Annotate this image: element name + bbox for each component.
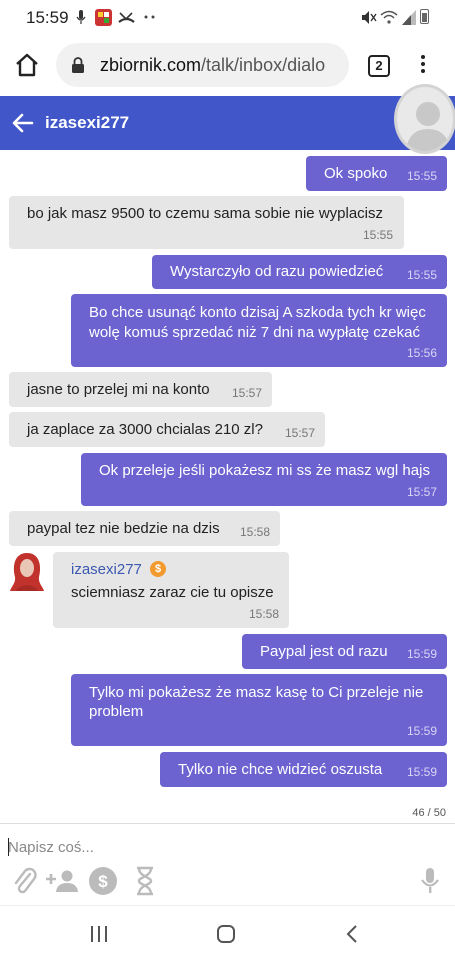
message-outgoing: Tylko mi pokażesz że masz kasę to Ci prz… (71, 674, 447, 746)
hourglass-icon[interactable] (134, 865, 156, 897)
message-time: 15:55 (407, 268, 438, 282)
message-incoming: jasne to przelej mi na konto 15:57 (9, 372, 272, 407)
add-person-icon[interactable] (44, 865, 78, 897)
composer-divider (0, 823, 455, 824)
message-text: ja zaplace za 3000 chcialas 210 zl? (27, 421, 263, 438)
svg-text:$: $ (98, 872, 108, 891)
microphone-icon[interactable] (419, 865, 441, 897)
missed-call-icon (118, 12, 135, 23)
back-icon[interactable] (344, 924, 360, 944)
status-time: 15:59 (26, 8, 69, 27)
url-path: /talk/inbox/dialo (201, 55, 326, 75)
message-incoming: bo jak masz 9500 to czemu sama sobie nie… (9, 196, 404, 249)
lock-icon (72, 57, 84, 73)
url-text: zbiornik.com/talk/inbox/dialo (100, 55, 325, 76)
message-time: 15:57 (232, 386, 263, 400)
wifi-icon (380, 10, 398, 24)
message-text: Wystarczyło od razu powiedzieć (170, 263, 384, 280)
message-text: paypal tez nie bedzie na dzis (27, 520, 220, 537)
message-text: jasne to przelej mi na konto (27, 381, 210, 398)
status-bar: 15:59 (0, 0, 455, 36)
mute-icon (362, 11, 377, 24)
battery-icon (420, 9, 429, 24)
overflow-menu-icon[interactable] (418, 53, 428, 79)
recent-apps-icon[interactable] (89, 925, 109, 943)
default-avatar-icon (405, 102, 451, 151)
message-time: 15:57 (407, 485, 438, 499)
message-time: 15:58 (249, 607, 280, 621)
message-incoming: ja zaplace za 3000 chcialas 210 zl? 15:5… (9, 412, 325, 447)
url-host: zbiornik.com (100, 55, 202, 75)
signal-icon (402, 10, 416, 25)
message-outgoing: Bo chce usunąć konto dzisaj A szkoda tyc… (71, 294, 447, 367)
message-outgoing: Ok przeleje jeśli pokażesz mi ss że masz… (81, 453, 447, 506)
message-outgoing: Wystarczyło od razu powiedzieć 15:55 (152, 255, 447, 289)
mic-icon (76, 10, 86, 24)
home-button-icon[interactable] (216, 924, 236, 944)
message-time: 15:58 (240, 525, 271, 539)
app-icon (95, 9, 112, 26)
tab-switcher-button[interactable]: 2 (368, 55, 390, 77)
message-outgoing: Paypal jest od razu 15:59 (242, 634, 447, 669)
message-text: sciemniasz zaraz cie tu opisze (71, 584, 274, 601)
message-text: Tylko nie chce widzieć oszusta (178, 761, 383, 778)
home-icon[interactable] (14, 52, 40, 78)
back-arrow-icon[interactable] (12, 112, 34, 134)
character-counter: 46 / 50 (412, 807, 446, 819)
message-text-line: problem (89, 703, 144, 720)
message-time: 15:59 (407, 724, 438, 738)
message-text: Paypal jest od razu (260, 643, 388, 660)
message-outgoing: Tylko nie chce widzieć oszusta 15:59 (160, 752, 447, 787)
sender-avatar-icon[interactable] (8, 551, 46, 591)
message-text-line: Tylko mi pokażesz że masz kasę to Ci prz… (89, 684, 424, 701)
message-text: bo jak masz 9500 to czemu sama sobie nie… (27, 205, 384, 222)
message-time: 15:59 (407, 765, 438, 779)
message-text: Ok przeleje jeśli pokażesz mi ss że masz… (99, 462, 430, 479)
address-bar[interactable]: zbiornik.com/talk/inbox/dialo (56, 43, 349, 87)
message-text-line: wolę komuś sprzedać niż 7 dni na wypłatę… (89, 324, 420, 341)
message-outgoing: Ok spoko 15:55 (306, 156, 447, 191)
message-incoming: izasexi277 $ sciemniasz zaraz cie tu opi… (53, 552, 289, 628)
message-time: 15:55 (363, 228, 394, 242)
attach-icon[interactable] (12, 865, 38, 897)
contact-name[interactable]: izasexi277 (45, 113, 129, 133)
system-navigation-bar (0, 905, 455, 960)
dollar-icon[interactable]: $ (87, 865, 119, 897)
more-dots-icon (144, 15, 155, 19)
message-time: 15:55 (407, 169, 438, 183)
message-text-line: Bo chce usunąć konto dzisaj A szkoda tyc… (89, 304, 426, 321)
message-incoming: paypal tez nie bedzie na dzis 15:58 (9, 511, 280, 546)
message-sender[interactable]: izasexi277 (71, 560, 142, 580)
coin-icon: $ (150, 561, 166, 577)
message-time: 15:59 (407, 647, 438, 661)
message-time: 15:57 (285, 426, 316, 440)
browser-toolbar: zbiornik.com/talk/inbox/dialo 2 (0, 36, 455, 94)
message-input[interactable] (8, 835, 438, 859)
contact-avatar[interactable] (394, 84, 455, 154)
message-text: Ok spoko (324, 165, 388, 182)
chat-header: izasexi277 (0, 96, 455, 150)
message-time: 15:56 (407, 346, 438, 360)
text-caret (8, 838, 9, 856)
